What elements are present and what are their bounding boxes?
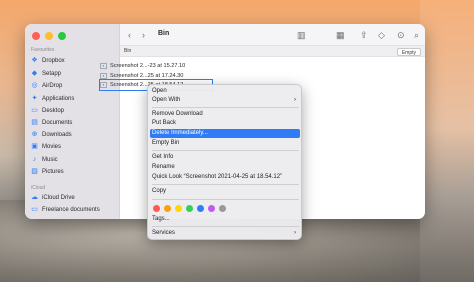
sidebar-item-label: Setapp — [42, 70, 62, 77]
screenshot-file-icon: ▪ — [100, 82, 107, 88]
downloads-icon: ⊕ — [31, 131, 38, 138]
empty-bin-button[interactable]: Empty — [396, 47, 421, 56]
file-name: Screenshot 2...25 at 17.24.30 — [110, 73, 184, 79]
screenshot-file-icon: ▪ — [100, 73, 107, 79]
menu-item-rename[interactable]: Rename — [150, 163, 300, 172]
menu-item-services[interactable]: Services › — [150, 229, 300, 238]
chevron-right-icon: › — [294, 230, 296, 236]
back-button[interactable]: ‹ — [128, 29, 131, 41]
sidebar-item-desktop[interactable]: ▭ Desktop — [31, 105, 115, 116]
sidebar-item-music[interactable]: ♪ Music — [31, 154, 115, 165]
view-options-icon[interactable]: ▥ — [297, 29, 306, 41]
file-name: Screenshot 2...-23 at 15.27.10 — [110, 63, 186, 69]
sidebar-item-label: AirDrop — [42, 82, 63, 89]
window-title: Bin — [158, 30, 170, 37]
sidebar: Favourites ❖ Dropbox ◆ Setapp ◎ AirDrop … — [25, 24, 120, 219]
share-icon[interactable]: ⇪ — [360, 29, 368, 41]
close-window-button[interactable] — [32, 32, 40, 40]
sidebar-item-label: Dropbox — [42, 57, 65, 64]
folder-icon: ▭ — [31, 206, 38, 213]
sidebar-item-movies[interactable]: ▣ Movies — [31, 141, 115, 152]
sidebar-item-label: Movies — [42, 143, 62, 150]
sidebar-item-applications[interactable]: ✦ Applications — [31, 93, 115, 104]
documents-icon: ▤ — [31, 119, 38, 126]
menu-item-delete-immediately[interactable]: Delete Immediately... — [150, 129, 300, 138]
menu-separator — [152, 184, 299, 185]
sidebar-item-label: Desktop — [42, 107, 65, 114]
sidebar-item-icloud-drive[interactable]: ☁ iCloud Drive — [31, 192, 115, 203]
dropbox-icon: ❖ — [31, 57, 38, 64]
setapp-icon: ◆ — [31, 70, 38, 77]
menu-separator — [152, 150, 299, 151]
pictures-icon: ▨ — [31, 168, 38, 175]
menu-item-copy[interactable]: Copy — [150, 187, 300, 196]
applications-icon: ✦ — [31, 95, 38, 102]
sidebar-item-label: Applications — [42, 95, 75, 102]
minimize-window-button[interactable] — [45, 32, 53, 40]
menu-item-label: Open With — [152, 97, 181, 103]
music-icon: ♪ — [32, 156, 37, 163]
menu-item-label: Services — [152, 230, 176, 236]
sidebar-item-label: iCloud Drive — [42, 194, 75, 201]
sidebar-item-documents[interactable]: ▤ Documents — [31, 117, 115, 128]
menu-item-remove-download[interactable]: Remove Download — [150, 110, 300, 119]
tag-green-dot[interactable] — [186, 205, 193, 212]
menu-item-label: Quick Look “Screenshot 2021-04-25 at 18.… — [152, 174, 283, 180]
menu-item-label: Get Info — [152, 154, 174, 160]
forward-button[interactable]: › — [142, 29, 145, 41]
window-controls — [32, 32, 66, 40]
group-icon[interactable]: ▦ — [336, 29, 345, 41]
tag-icon[interactable]: ◇ — [378, 29, 385, 41]
movies-icon: ▣ — [31, 143, 38, 150]
menu-item-get-info[interactable]: Get Info — [150, 153, 300, 162]
toolbar: ‹ › Bin ▥ ▦ ⇪ ◇ ⊙ ⌕ — [120, 24, 425, 46]
sidebar-item-label: Freelance documents — [42, 206, 100, 213]
sidebar-section-favourites: Favourites — [31, 47, 55, 53]
menu-item-label: Open — [152, 88, 167, 94]
menu-item-tags[interactable]: Tags... — [150, 215, 300, 224]
sidebar-item-label: Downloads — [42, 131, 72, 138]
menu-separator — [152, 107, 299, 108]
menu-item-label: Empty Bin — [152, 140, 180, 146]
tag-gray-dot[interactable] — [219, 205, 226, 212]
tag-orange-dot[interactable] — [164, 205, 171, 212]
menu-separator — [152, 226, 299, 227]
file-row[interactable]: ▪ Screenshot 2...-23 at 15.27.10 — [100, 61, 212, 71]
search-icon[interactable]: ⌕ — [414, 29, 419, 41]
sidebar-item-downloads[interactable]: ⊕ Downloads — [31, 129, 115, 140]
sidebar-item-label: Documents — [42, 119, 73, 126]
sidebar-item-freelance-documents[interactable]: ▭ Freelance documents — [31, 204, 115, 215]
menu-item-label: Put Back — [152, 120, 177, 126]
tag-blue-dot[interactable] — [197, 205, 204, 212]
menu-item-open-with[interactable]: Open With › — [150, 96, 300, 105]
sidebar-section-icloud: iCloud — [31, 185, 46, 191]
chevron-right-icon: › — [294, 97, 296, 103]
menu-item-label: Remove Download — [152, 111, 203, 117]
screenshot-file-icon: ▪ — [100, 63, 107, 69]
more-actions-icon[interactable]: ⊙ — [397, 29, 405, 41]
desktop-wallpaper-edge — [420, 0, 474, 282]
sidebar-item-label: Music — [42, 156, 58, 163]
menu-item-open[interactable]: Open — [150, 87, 300, 96]
zoom-window-button[interactable] — [58, 32, 66, 40]
bin-header-bar: Bin Empty — [120, 46, 425, 57]
menu-separator — [152, 199, 299, 200]
tag-red-dot[interactable] — [153, 205, 160, 212]
tag-yellow-dot[interactable] — [175, 205, 182, 212]
tag-purple-dot[interactable] — [208, 205, 215, 212]
context-menu: Open Open With › Remove Download Put Back… — [147, 84, 302, 240]
bin-label: Bin — [124, 48, 132, 54]
menu-item-label: Copy — [152, 188, 167, 194]
menu-item-put-back[interactable]: Put Back — [150, 119, 300, 128]
menu-item-label: Tags... — [152, 216, 170, 222]
airdrop-icon: ◎ — [31, 82, 38, 89]
sidebar-item-pictures[interactable]: ▨ Pictures — [31, 166, 115, 177]
menu-item-quick-look[interactable]: Quick Look “Screenshot 2021-04-25 at 18.… — [150, 173, 300, 182]
sidebar-item-label: Pictures — [42, 168, 64, 175]
menu-item-label: Delete Immediately... — [152, 130, 208, 136]
menu-item-label: Rename — [152, 164, 175, 170]
menu-item-empty-bin[interactable]: Empty Bin — [150, 139, 300, 148]
icloud-drive-icon: ☁ — [31, 194, 38, 201]
desktop-icon: ▭ — [31, 107, 38, 114]
